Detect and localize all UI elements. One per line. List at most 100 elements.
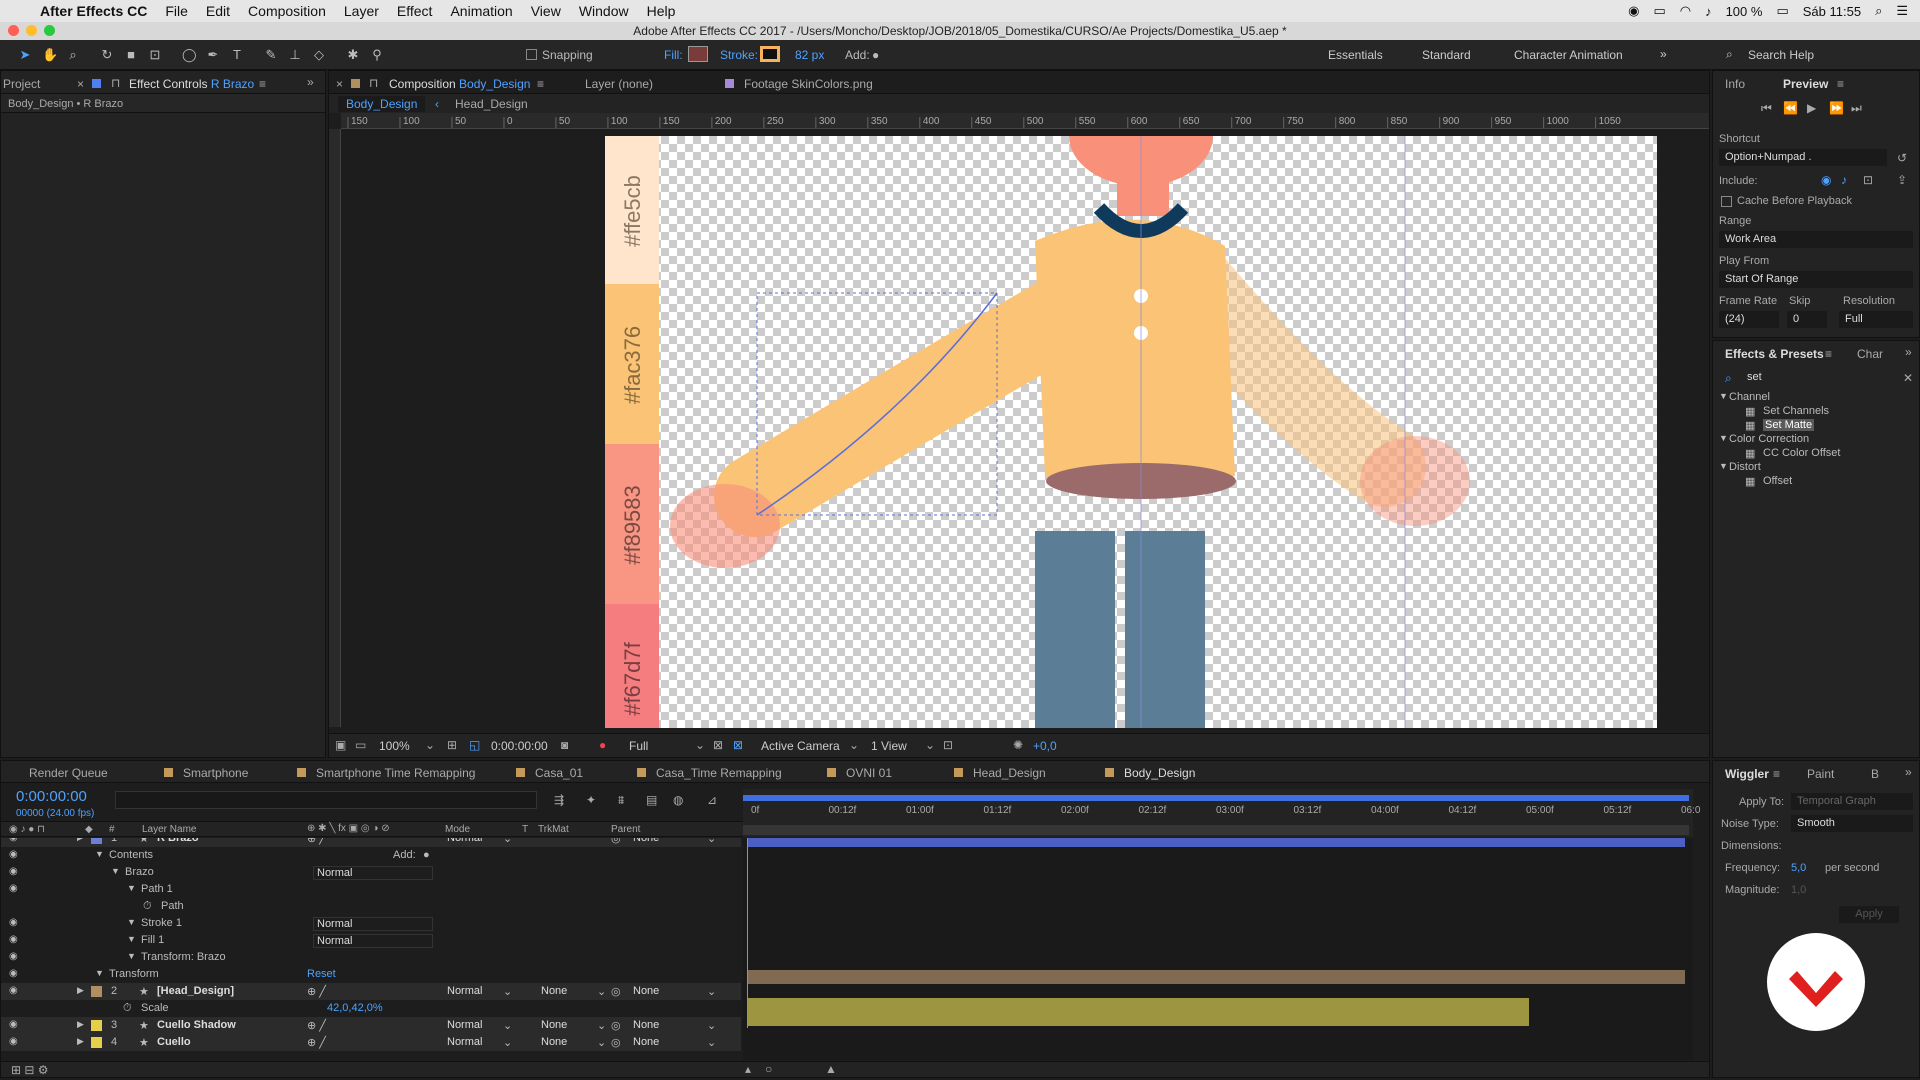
resolution-dropdown[interactable]: Full <box>1839 311 1913 328</box>
shortcut-dropdown[interactable]: Option+Numpad . <box>1719 149 1887 166</box>
channel-icon[interactable]: ● <box>599 738 606 752</box>
apply-button[interactable]: Apply <box>1839 906 1899 923</box>
chevron-down-icon[interactable]: ⌄ <box>695 738 705 752</box>
lock-icon[interactable]: ⊓ <box>369 76 378 90</box>
frame-rate-dropdown[interactable]: (24) <box>1719 311 1779 328</box>
workspace-essentials[interactable]: Essentials <box>1328 48 1383 62</box>
rotate-tool-icon[interactable]: ↻ <box>100 48 114 62</box>
app-menu[interactable]: After Effects CC <box>40 3 147 19</box>
tab-preview[interactable]: Preview <box>1783 77 1828 91</box>
work-area-bar[interactable] <box>743 795 1689 801</box>
views-dropdown[interactable]: 1 View <box>871 739 907 753</box>
spotlight-icon[interactable]: ⌕ <box>1875 3 1882 19</box>
menu-window[interactable]: Window <box>579 3 629 19</box>
lock-icon[interactable]: ⊓ <box>111 76 120 90</box>
clock[interactable]: Sáb 11:55 <box>1803 4 1861 19</box>
selection-tool-icon[interactable]: ➤ <box>18 48 32 62</box>
battery-label[interactable]: 100 % <box>1726 4 1763 19</box>
tab-composition[interactable]: Composition Body_Design <box>389 77 530 91</box>
property-row[interactable]: ◉ ▼ Transform Reset <box>1 966 741 983</box>
minimize-window-button[interactable] <box>26 25 37 36</box>
timeline-tab[interactable]: OVNI 01 <box>827 766 892 780</box>
panel-menu-icon[interactable]: ≡ <box>1837 77 1844 91</box>
property-name[interactable]: Transform: Brazo <box>141 951 226 963</box>
panel-menu-icon[interactable]: ≡ <box>537 77 544 91</box>
tab-paint[interactable]: Paint <box>1807 767 1834 781</box>
property-name[interactable]: Stroke 1 <box>141 917 182 929</box>
zoom-tool-icon[interactable]: ⌕ <box>66 48 80 62</box>
zoom-out-icon[interactable]: ▴ <box>745 1062 751 1076</box>
mode-dropdown[interactable]: Normal <box>447 1036 482 1048</box>
pen-tool-icon[interactable]: ✒ <box>206 48 220 62</box>
layer-bar-cuello-shadow[interactable] <box>747 998 1529 1012</box>
layer-name[interactable]: [Head_Design] <box>157 985 234 997</box>
first-frame-icon[interactable]: ⏮ <box>1761 101 1772 116</box>
workspace-character-animation[interactable]: Character Animation <box>1514 48 1623 62</box>
play-icon[interactable]: ▶ <box>1807 101 1816 115</box>
tab-footage[interactable]: Footage SkinColors.png <box>744 77 873 91</box>
layer-bar-r-brazo[interactable] <box>747 838 1685 847</box>
mode-dropdown[interactable]: Normal <box>447 1019 482 1031</box>
comp-mini-flowchart-icon[interactable]: ⇶ <box>554 793 564 807</box>
menu-edit[interactable]: Edit <box>206 3 230 19</box>
play-from-dropdown[interactable]: Start Of Range <box>1719 271 1913 288</box>
subtab-head-design[interactable]: Head_Design <box>455 97 528 111</box>
layer-name[interactable]: R Brazo <box>157 838 199 844</box>
cache-checkbox[interactable] <box>1721 196 1732 207</box>
effects-item[interactable]: ▦ Set Channels <box>1713 405 1919 419</box>
hide-shy-icon[interactable]: ⩩ <box>618 793 624 808</box>
fill-swatch[interactable] <box>688 46 708 62</box>
tab-effect-controls[interactable]: Effect Controls R Brazo <box>129 77 254 91</box>
parent-dropdown[interactable]: None <box>633 838 659 844</box>
brush-tool-icon[interactable]: ✎ <box>264 48 278 62</box>
trkmat-dropdown[interactable]: None <box>541 1036 567 1048</box>
layer-number[interactable]: 3 <box>111 1019 117 1031</box>
add-label[interactable]: Add: <box>393 849 416 861</box>
graph-editor-icon[interactable]: ⊿ <box>707 793 717 807</box>
property-name[interactable]: Path <box>161 900 184 912</box>
property-row[interactable]: ◉ ▼ Brazo Normal <box>1 864 741 881</box>
trkmat-dropdown[interactable]: None <box>541 985 567 997</box>
parent-dropdown[interactable]: None <box>633 1036 659 1048</box>
effects-item[interactable]: ▦ CC Color Offset <box>1713 447 1919 461</box>
effects-item[interactable]: ▦ Set Matte <box>1713 419 1919 433</box>
effects-group[interactable]: ▼ Color Correction <box>1713 433 1919 447</box>
zoom-slider[interactable]: ○ <box>765 1062 772 1076</box>
property-name[interactable]: Fill 1 <box>141 934 164 946</box>
parent-dropdown[interactable]: None <box>633 1019 659 1031</box>
close-tab-icon[interactable]: × <box>336 77 343 91</box>
frame-blending-icon[interactable]: ▤ <box>646 793 657 807</box>
range-dropdown[interactable]: Work Area <box>1719 231 1913 248</box>
eraser-tool-icon[interactable]: ◇ <box>312 48 326 62</box>
magnitude-value[interactable]: 1,0 <box>1791 884 1806 896</box>
blend-mode-dropdown[interactable]: Normal <box>313 934 433 948</box>
layer-row[interactable]: ◉ ▶ 4 ★ Cuello ⊕ ╱ Normal ⌄ None ⌄ ◎ None ⌄ <box>1 1034 741 1051</box>
tab-project[interactable]: Project <box>3 77 40 91</box>
timeline-tab[interactable]: Smartphone Time Remapping <box>297 766 475 780</box>
mode-dropdown[interactable]: Normal <box>447 985 482 997</box>
last-frame-icon[interactable]: ⏭ <box>1851 101 1862 116</box>
display-icon[interactable]: ▭ <box>355 738 366 752</box>
property-row[interactable]: ◉ ▼ Stroke 1 Normal <box>1 915 741 932</box>
timeline-tab[interactable]: Head_Design <box>954 766 1046 780</box>
zoom-window-button[interactable] <box>44 25 55 36</box>
apply-to-dropdown[interactable]: Temporal Graph <box>1791 793 1913 810</box>
layer-bar-cuello[interactable] <box>747 1012 1529 1026</box>
volume-icon[interactable]: ♪ <box>1705 4 1712 19</box>
layer-name[interactable]: Cuello <box>157 1036 191 1048</box>
clear-search-icon[interactable]: ✕ <box>1903 371 1913 385</box>
timeline-search-input[interactable] <box>115 791 537 809</box>
skip-dropdown[interactable]: 0 <box>1787 311 1827 328</box>
workspace-standard[interactable]: Standard <box>1422 48 1471 62</box>
property-row[interactable]: ◉ ▼ Contents Add: ● <box>1 847 741 864</box>
tab-wiggler[interactable]: Wiggler <box>1725 767 1769 781</box>
layer-number[interactable]: 1 <box>111 838 117 844</box>
mode-dropdown[interactable]: Normal <box>447 838 482 844</box>
hand-tool-icon[interactable]: ✋ <box>42 48 58 62</box>
property-row[interactable]: ◉ ▼ Transform: Brazo <box>1 949 741 966</box>
property-name[interactable]: Contents <box>109 849 153 861</box>
layer-row[interactable]: ◉ ▶ 1 ★ R Brazo ⊕ ╱ Normal ⌄ ◎ None ⌄ <box>1 838 741 847</box>
chevron-down-icon[interactable]: ⌄ <box>425 738 435 752</box>
camera-dropdown[interactable]: Active Camera <box>761 739 840 753</box>
snapshot-icon[interactable]: ▣ <box>335 738 346 752</box>
